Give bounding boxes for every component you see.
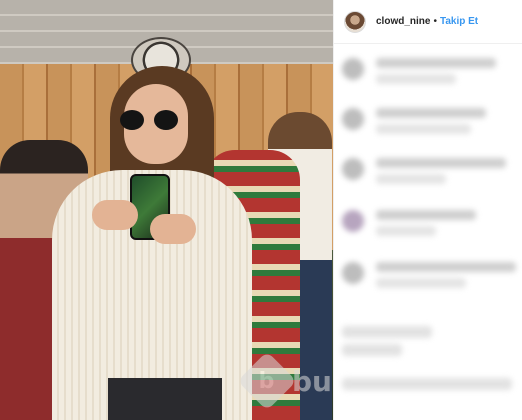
list-item: [342, 100, 518, 140]
separator-dot: •: [433, 16, 437, 27]
follow-button[interactable]: Takip Et: [440, 16, 478, 27]
list-item: [342, 254, 518, 294]
username-link[interactable]: clowd_nine: [376, 16, 430, 27]
date-blurred: [342, 344, 402, 356]
avatar[interactable]: [344, 10, 366, 33]
watermark-logo-icon: b: [237, 351, 297, 411]
woman-pants: [108, 378, 222, 420]
right-hand: [150, 214, 196, 244]
likes-blurred: [342, 326, 432, 338]
list-item: [342, 202, 518, 242]
post-side-panel: clowd_nine • Takip Et: [334, 0, 522, 420]
comments-list-blurred: [334, 44, 522, 420]
list-item: [342, 150, 518, 190]
post-header: clowd_nine • Takip Et: [334, 0, 522, 44]
watermark-text: bu: [292, 364, 332, 398]
list-item: [342, 50, 518, 90]
sunglasses: [120, 110, 180, 130]
left-hand: [92, 200, 138, 230]
watermark: b bu: [237, 351, 332, 411]
post-photo[interactable]: b bu: [0, 0, 333, 420]
comment-box-blurred: [342, 378, 512, 390]
